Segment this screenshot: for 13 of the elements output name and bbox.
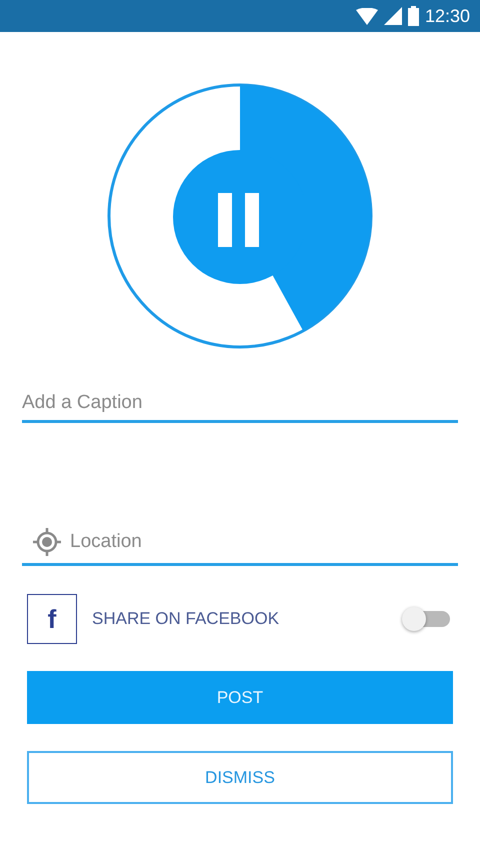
record-progress-drawing[interactable] — [106, 82, 374, 350]
location-field[interactable]: Location — [70, 531, 458, 553]
facebook-logo: f — [27, 594, 77, 644]
clock-time: 12:30 — [424, 6, 470, 26]
dismiss-button[interactable]: DISMISS — [27, 751, 453, 804]
share-toggle[interactable] — [402, 607, 450, 631]
share-label: SHARE ON FACEBOOK — [92, 609, 280, 629]
post-button[interactable]: POST — [27, 671, 453, 724]
wifi-icon — [356, 8, 378, 24]
signal-icon — [384, 7, 402, 25]
location-target-icon — [32, 527, 62, 557]
caption-field[interactable]: Add a Caption — [22, 392, 458, 414]
battery-icon — [408, 6, 419, 26]
